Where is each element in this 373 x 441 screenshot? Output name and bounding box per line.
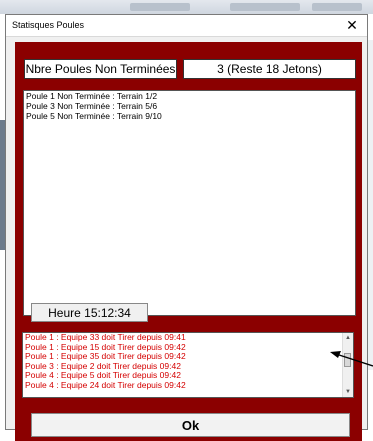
content-panel: Nbre Poules Non Terminées 3 (Reste 18 Je… — [15, 42, 362, 441]
unfinished-pools-value: 3 (Reste 18 Jetons) — [183, 59, 356, 79]
scroll-up-icon[interactable]: ▲ — [343, 333, 353, 343]
scroll-thumb[interactable] — [344, 353, 351, 367]
close-button[interactable]: ✕ — [337, 15, 367, 36]
time-display: Heure 15:12:34 — [31, 303, 148, 322]
scroll-down-icon[interactable]: ▼ — [343, 387, 353, 397]
background-tab — [312, 3, 362, 11]
close-icon: ✕ — [346, 17, 358, 33]
list-item[interactable]: Poule 5 Non Terminée : Terrain 9/10 — [24, 111, 355, 121]
messages-scrollbar[interactable]: ▲ ▼ — [342, 333, 353, 397]
window-title: Statisques Poules — [12, 20, 85, 30]
unfinished-pools-list[interactable]: Poule 1 Non Terminée : Terrain 1/2 Poule… — [23, 90, 356, 316]
list-item[interactable]: Poule 1 Non Terminée : Terrain 1/2 — [24, 91, 355, 101]
messages-list[interactable]: Poule 1 : Equipe 33 doit Tirer depuis 09… — [22, 332, 354, 398]
background-tab — [130, 3, 190, 11]
message-item[interactable]: Poule 4 : Equipe 24 doit Tirer depuis 09… — [23, 380, 353, 391]
unfinished-pools-label: Nbre Poules Non Terminées — [24, 59, 177, 79]
list-item[interactable]: Poule 3 Non Terminée : Terrain 5/6 — [24, 101, 355, 111]
statistics-dialog: Statisques Poules ✕ Nbre Poules Non Term… — [5, 14, 368, 441]
title-bar: Statisques Poules ✕ — [6, 15, 367, 37]
ok-button[interactable]: Ok — [31, 413, 350, 437]
background-app-bar — [0, 0, 373, 14]
background-tab — [230, 3, 300, 11]
